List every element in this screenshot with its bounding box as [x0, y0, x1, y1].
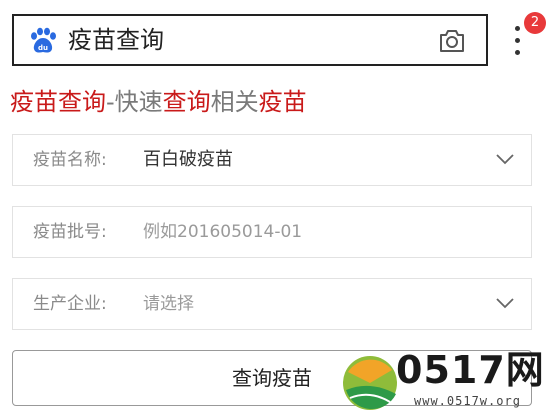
chevron-down-icon [496, 154, 514, 165]
company-select-value: 请选择 [143, 294, 194, 314]
title-part: 相关 [210, 88, 259, 116]
batch-number-input[interactable]: 例如201605014-01 [143, 221, 302, 243]
batch-number-field[interactable]: 疫苗批号: 例如201605014-01 [12, 206, 532, 258]
menu-dot [515, 50, 520, 55]
more-menu-button[interactable] [507, 24, 527, 58]
title-part: 疫苗 [258, 88, 307, 116]
batch-number-label: 疫苗批号: [33, 222, 107, 242]
chevron-down-icon [496, 298, 514, 309]
search-bar[interactable]: du 疫苗查询 [12, 14, 488, 66]
company-select[interactable]: 生产企业: 请选择 [12, 278, 532, 330]
vaccine-name-select[interactable]: 疫苗名称: 百白破疫苗 [12, 134, 532, 186]
title-part: -快速 [106, 88, 163, 116]
site-watermark: 0517网 www.0517w.org [340, 346, 548, 418]
page-title: 疫苗查询-快速查询相关疫苗 [10, 86, 307, 118]
title-part: 疫苗查询 [10, 88, 106, 116]
watermark-url: www.0517w.org [414, 394, 521, 408]
svg-text:du: du [38, 44, 48, 52]
watermark-logo-icon [343, 356, 397, 410]
company-label: 生产企业: [33, 294, 107, 314]
search-input[interactable]: 疫苗查询 [68, 25, 164, 55]
vaccine-name-label: 疫苗名称: [33, 150, 107, 170]
watermark-brand: 0517网 [396, 348, 545, 392]
baidu-paw-icon: du [31, 27, 56, 53]
title-part: 查询 [162, 88, 211, 116]
more-menu-icon [515, 26, 520, 31]
vaccine-name-value: 百白破疫苗 [143, 149, 233, 170]
menu-dot [515, 38, 520, 43]
camera-icon[interactable] [438, 28, 466, 54]
notification-badge: 2 [524, 12, 546, 34]
